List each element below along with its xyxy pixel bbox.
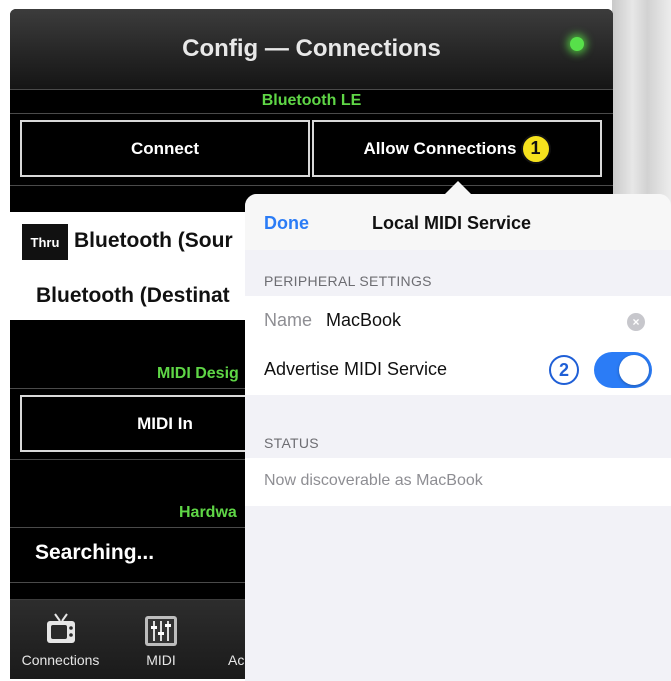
connect-button[interactable]: Connect: [20, 120, 310, 177]
tab-midi-label: MIDI: [146, 652, 176, 668]
status-text: Now discoverable as MacBook: [264, 472, 483, 489]
local-midi-service-popover: Done Local MIDI Service PERIPHERAL SETTI…: [245, 194, 671, 681]
step-1-marker-icon: 1: [520, 133, 551, 164]
clear-icon[interactable]: ×: [627, 313, 645, 331]
list-item-bluetooth-source[interactable]: Bluetooth (Sour: [74, 229, 233, 253]
name-row: Name MacBook ×: [245, 296, 671, 347]
allow-connections-button[interactable]: Allow Connections 1: [312, 120, 602, 177]
status-header: STATUS: [264, 435, 319, 451]
hardware-status: Searching...: [35, 541, 155, 564]
status-led-icon: [570, 37, 584, 51]
tv-icon: [46, 613, 75, 643]
toggle-knob: [619, 355, 649, 385]
tab-partial-label: Ac: [228, 652, 245, 668]
thru-badge[interactable]: Thru: [22, 224, 68, 260]
page-title: Config — Connections: [182, 35, 441, 62]
advertise-toggle[interactable]: [594, 352, 652, 388]
list-item-bluetooth-destination[interactable]: Bluetooth (Destinat: [36, 284, 230, 308]
tab-connections[interactable]: Connections: [13, 612, 108, 668]
name-field[interactable]: MacBook: [326, 310, 401, 331]
section-label-bluetooth: Bluetooth LE: [261, 92, 362, 109]
advertise-label: Advertise MIDI Service: [264, 359, 448, 379]
mixer-sliders-icon: [145, 616, 177, 646]
done-button[interactable]: Done: [264, 213, 309, 234]
popover-arrow: [444, 181, 472, 195]
status-row: Now discoverable as MacBook: [245, 458, 671, 506]
midi-in-label: MIDI In: [137, 413, 193, 433]
popover-title: Local MIDI Service: [372, 213, 532, 233]
step-2-marker-icon: 2: [549, 355, 579, 385]
popover-header: Done Local MIDI Service: [245, 194, 671, 250]
allow-connections-label: Allow Connections: [363, 138, 517, 158]
peripheral-settings-header: PERIPHERAL SETTINGS: [264, 273, 432, 289]
port-list: Thru Bluetooth (Sour Bluetooth (Destinat: [10, 212, 250, 320]
section-label-hardware: Hardwa: [179, 504, 237, 521]
tab-midi[interactable]: MIDI: [125, 612, 197, 668]
name-label: Name: [264, 310, 313, 330]
divider: [10, 113, 613, 114]
title-bar: Config — Connections: [10, 9, 613, 90]
advertise-row: Advertise MIDI Service 2: [245, 345, 671, 395]
connect-button-label: Connect: [131, 138, 199, 158]
tab-connections-label: Connections: [21, 652, 100, 668]
section-label-midi-design: MIDI Desig: [157, 365, 239, 382]
divider: [10, 185, 613, 186]
